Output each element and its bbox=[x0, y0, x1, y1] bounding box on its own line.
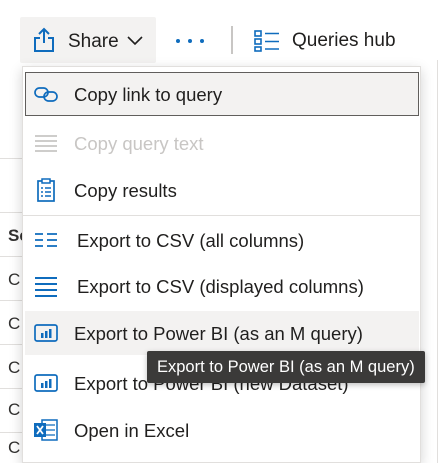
grid-divider bbox=[0, 388, 22, 389]
grid-divider bbox=[0, 300, 22, 301]
ellipsis-icon bbox=[176, 39, 180, 43]
menu-item-export-csv-displayed[interactable]: Export to CSV (displayed columns) bbox=[25, 264, 419, 308]
queries-hub-label: Queries hub bbox=[292, 30, 396, 51]
scroll-edge bbox=[437, 56, 438, 463]
menu-divider bbox=[23, 215, 420, 216]
cell-fragment: C bbox=[8, 438, 21, 457]
share-button[interactable]: Share bbox=[20, 17, 156, 63]
menu-item-label: Copy results bbox=[74, 180, 177, 201]
cell-fragment: C bbox=[8, 270, 21, 289]
clipboard-icon bbox=[33, 178, 59, 202]
excel-icon bbox=[33, 418, 59, 442]
menu-item-label: Export to Power BI (as an M query) bbox=[74, 323, 363, 344]
command-bar: Share Queries hub bbox=[0, 0, 443, 63]
menu-item-label: Export to CSV (displayed columns) bbox=[77, 276, 364, 297]
share-label: Share bbox=[68, 31, 119, 52]
menu-item-label: Export to CSV (all columns) bbox=[77, 230, 305, 251]
menu-item-open-in-excel[interactable]: Open in Excel bbox=[25, 408, 419, 452]
share-icon bbox=[32, 27, 56, 53]
power-bi-icon bbox=[33, 371, 59, 395]
grid-divider bbox=[0, 256, 22, 257]
menu-item-copy-link[interactable]: Copy link to query bbox=[25, 72, 419, 116]
menu-item-label: Copy link to query bbox=[74, 84, 223, 105]
menu-item-export-csv-all[interactable]: Export to CSV (all columns) bbox=[25, 218, 419, 262]
menu-item-copy-query-text[interactable]: Copy query text bbox=[25, 121, 419, 165]
csv-all-columns-icon bbox=[33, 228, 59, 252]
queries-hub-button[interactable]: Queries hub bbox=[254, 26, 414, 56]
cell-fragment: C bbox=[8, 358, 21, 377]
menu-item-export-power-bi-m-query[interactable]: Export to Power BI (as an M query) bbox=[25, 311, 419, 355]
link-icon bbox=[33, 82, 59, 106]
toolbar-separator bbox=[231, 26, 233, 54]
lines-icon bbox=[33, 131, 59, 155]
chevron-down-icon bbox=[126, 34, 144, 46]
list-icon bbox=[254, 30, 280, 52]
grid-divider bbox=[0, 344, 22, 345]
page-background bbox=[421, 56, 443, 463]
share-menu: Copy link to query Copy query text Copy … bbox=[22, 66, 421, 463]
grid-divider bbox=[0, 158, 22, 159]
cell-fragment: C bbox=[8, 314, 21, 333]
menu-item-copy-results[interactable]: Copy results bbox=[25, 168, 419, 212]
more-options-button[interactable] bbox=[170, 30, 210, 50]
menu-item-label: Copy query text bbox=[74, 133, 204, 154]
grid-divider bbox=[0, 212, 22, 213]
csv-displayed-columns-icon bbox=[33, 274, 59, 298]
cell-fragment: C bbox=[8, 400, 21, 419]
tooltip: Export to Power BI (as an M query) bbox=[147, 351, 425, 383]
grid-divider bbox=[0, 432, 22, 433]
power-bi-icon bbox=[33, 321, 59, 345]
menu-item-label: Open in Excel bbox=[74, 420, 190, 441]
